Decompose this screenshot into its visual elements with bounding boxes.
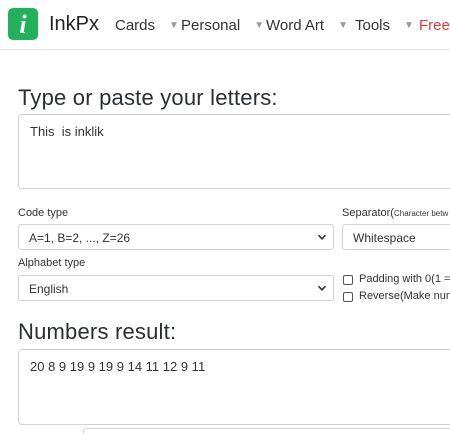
padding-checkbox[interactable] (343, 275, 353, 285)
reverse-checkbox[interactable] (343, 292, 353, 302)
logo-glyph: i (19, 10, 27, 39)
alphabet-type-value: English (29, 282, 69, 296)
nav-item-label: Tools (355, 17, 391, 34)
input-heading: Type or paste your letters: (18, 85, 278, 110)
caret-down-icon: ▼ (169, 20, 179, 31)
nav-item-label: Cards (115, 17, 156, 34)
nav-item-label: Personal (181, 17, 241, 34)
nav-item-word-art[interactable]: Word Art ▼ (266, 17, 348, 34)
result-heading: Numbers result: (18, 319, 177, 344)
result-footer-bar (83, 428, 450, 434)
padding-label: Padding with 0(1 = (359, 273, 450, 285)
caret-down-icon: ▼ (404, 20, 414, 31)
separator-value: Whitespace (353, 231, 416, 245)
caret-down-icon: ▼ (254, 20, 265, 31)
separator-label: Separator(Character betw (342, 207, 448, 219)
alphabet-type-select[interactable]: English (18, 275, 334, 301)
code-type-label: Code type (18, 207, 69, 219)
code-type-value: A=1, B=2, ..., Z=26 (29, 231, 131, 245)
separator-select[interactable]: Whitespace (342, 224, 450, 250)
letters-input-value: This is inklik (30, 124, 104, 139)
chevron-down-icon (317, 234, 327, 240)
nav-item-free[interactable]: Free (419, 17, 450, 34)
numbers-result-textarea[interactable]: 20 8 9 19 9 19 9 14 11 12 9 11 (18, 349, 450, 425)
brand-name[interactable]: InkPx (49, 13, 99, 36)
code-type-select[interactable]: A=1, B=2, ..., Z=26 (18, 224, 334, 250)
separator-label-text: Separator( (342, 207, 394, 219)
nav-item-cards[interactable]: Cards ▼ (115, 17, 179, 34)
caret-down-icon: ▼ (338, 20, 348, 31)
reverse-label: Reverse(Make num (359, 290, 450, 302)
nav-item-label: Word Art (266, 17, 325, 34)
numbers-result-value: 20 8 9 19 9 19 9 14 11 12 9 11 (30, 359, 206, 374)
nav-item-personal[interactable]: Personal ▼ (181, 17, 264, 34)
inkpx-logo-icon[interactable]: i (8, 8, 38, 40)
separator-hint: Character betw (393, 209, 449, 218)
nav-item-tools[interactable]: Tools ▼ (355, 17, 414, 34)
top-navbar: i InkPx Cards ▼ Personal ▼ Word Art ▼ Tools… (0, 0, 450, 50)
letters-input-textarea[interactable]: This is inklik (18, 114, 450, 189)
chevron-down-icon (317, 285, 327, 291)
alphabet-type-label: Alphabet type (18, 257, 86, 269)
